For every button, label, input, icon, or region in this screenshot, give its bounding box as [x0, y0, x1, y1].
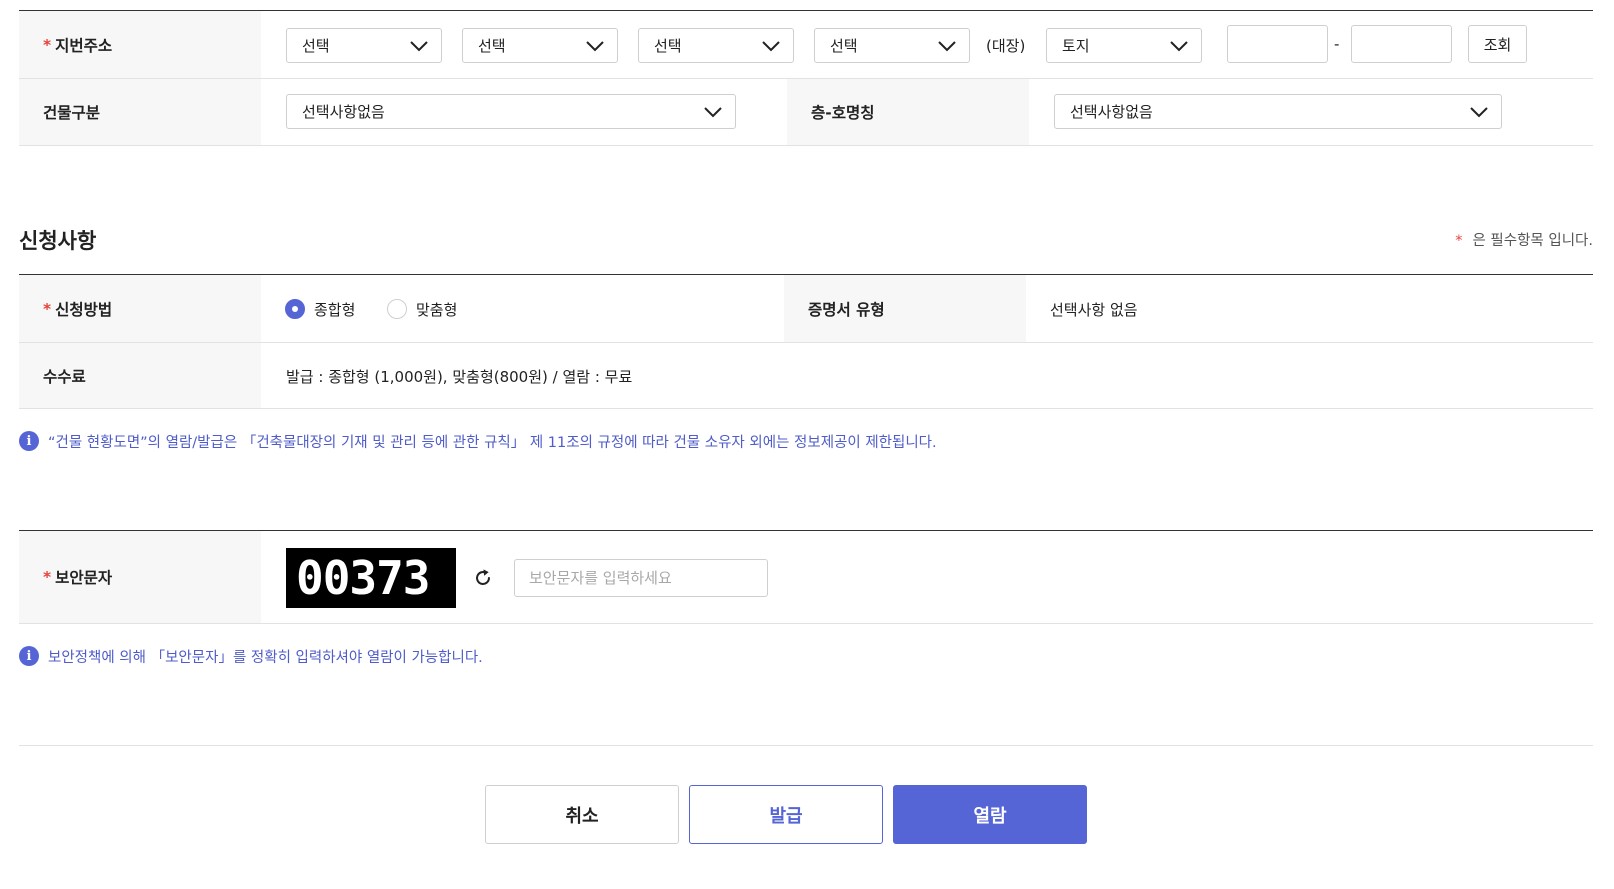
method-radio-comprehensive[interactable] — [285, 299, 305, 319]
required-note: * 은 필수항목 입니다. — [1455, 233, 1593, 249]
address-label: 지번주소 — [55, 36, 113, 55]
building-type-select[interactable]: 선택사항없음 — [286, 94, 736, 129]
required-mark: * — [43, 299, 52, 318]
security-label: 보안문자 — [55, 569, 113, 587]
floor-select[interactable]: 선택사항없음 — [1054, 94, 1502, 129]
address-select-1[interactable]: 선택 — [286, 28, 442, 63]
chevron-down-icon — [586, 40, 604, 51]
chevron-down-icon — [762, 40, 780, 51]
address-select-3[interactable]: 선택 — [638, 28, 794, 63]
floor-label-cell: 층-호명칭 — [787, 79, 1029, 145]
captcha-image: 00373 — [286, 548, 456, 608]
cert-type-label-cell: 증명서 유형 — [784, 275, 1026, 342]
refresh-icon[interactable] — [472, 567, 494, 589]
ledger-type-select[interactable]: 토지 — [1046, 28, 1202, 63]
application-info-text: “건물 현황도면”의 열람/발급은 「건축물대장의 기재 및 관리 등에 관한 … — [48, 435, 937, 451]
info-icon: i — [19, 646, 39, 666]
lot-separator: - — [1334, 35, 1340, 53]
fee-label-cell: 수수료 — [19, 343, 261, 408]
cert-type-label: 증명서 유형 — [808, 300, 885, 319]
method-radio-custom[interactable] — [387, 299, 407, 319]
address-select-2[interactable]: 선택 — [462, 28, 618, 63]
method-label-cell: * 신청방법 — [19, 275, 261, 342]
actions-divider — [19, 745, 1593, 746]
issue-button[interactable]: 발급 — [689, 785, 883, 844]
info-icon: i — [19, 431, 39, 451]
security-label-cell: * 보안문자 — [19, 531, 261, 623]
floor-label: 층-호명칭 — [811, 104, 875, 122]
method-label: 신청방법 — [55, 300, 113, 319]
search-button[interactable]: 조회 — [1468, 25, 1527, 63]
section-title: 신청사항 — [19, 229, 97, 253]
method-option-label[interactable]: 종합형 — [314, 299, 355, 320]
building-type-label-cell: 건물구분 — [19, 79, 261, 145]
chevron-down-icon — [1170, 40, 1188, 51]
address-select-4[interactable]: 선택 — [814, 28, 970, 63]
required-mark: * — [43, 35, 52, 54]
row-divider — [19, 408, 1593, 409]
cert-type-value: 선택사항 없음 — [1050, 301, 1138, 319]
method-option-label[interactable]: 맞춤형 — [416, 299, 457, 320]
required-mark: * — [43, 568, 52, 586]
captcha-input[interactable] — [514, 559, 768, 597]
fee-label: 수수료 — [43, 367, 86, 386]
address-label-cell: * 지번주소 — [19, 11, 261, 78]
security-info-text: 보안정책에 의해 「보안문자」를 정확히 입력하셔야 열람이 가능합니다. — [48, 650, 483, 666]
view-button[interactable]: 열람 — [893, 785, 1087, 844]
required-mark: * — [1455, 233, 1463, 249]
chevron-down-icon — [938, 40, 956, 51]
building-type-label: 건물구분 — [43, 104, 101, 122]
ledger-label: (대장) — [986, 37, 1026, 55]
chevron-down-icon — [1470, 106, 1488, 117]
lot-sub-input[interactable] — [1351, 25, 1452, 63]
lot-main-input[interactable] — [1227, 25, 1328, 63]
row-divider — [19, 145, 1593, 146]
fee-value: 발급 : 종합형 (1,000원), 맞춤형(800원) / 열람 : 무료 — [286, 368, 633, 386]
chevron-down-icon — [704, 106, 722, 117]
row-divider — [19, 623, 1593, 624]
chevron-down-icon — [410, 40, 428, 51]
cancel-button[interactable]: 취소 — [485, 785, 679, 844]
